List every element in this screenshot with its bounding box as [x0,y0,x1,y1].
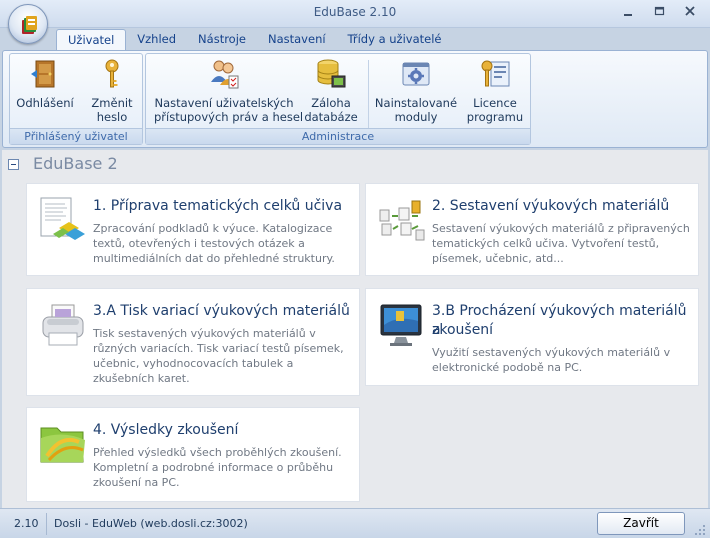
program-license-button[interactable]: Licence programu [464,58,526,124]
card-description-line: Tisk sestavených výukových materiálů v [93,327,316,340]
users-permissions-icon [211,60,239,89]
assembly-icon [379,200,425,241]
card-description-line: různých variacích. Tisk variací testů pí… [93,342,344,355]
card-description-line: Kompletní a podrobné informace o průběhu [93,461,334,474]
card-description-line: zkušebních karet. [93,372,190,385]
card-description-line: textů, otevřených i testových otázek a [93,237,305,250]
user-permissions-label-line2: přístupových práv a hesel [154,110,304,124]
card-title-line2: zkoušení [432,322,494,338]
ribbon: Odhlášení Změnit heslo Přihlášený uživat… [2,50,708,148]
installed-modules-label-line2: moduly [394,110,438,124]
card-title: 1. Příprava tematických celků učiva [93,198,343,214]
version-label: 2.10 [14,517,39,530]
window-title: EduBase 2.10 [313,5,397,19]
card-title: 4. Výsledky zkoušení [93,422,239,438]
group-divider [368,60,369,130]
key-icon [105,59,119,88]
tab-nastaveni[interactable]: Nastavení [257,29,337,51]
tab-uzivatel[interactable]: Uživatel [56,29,127,51]
card-description-line: Sestavení výukových materiálů z připrave… [432,222,690,235]
main-content: EduBase 2 1. Příprava tematických celků … [2,150,708,508]
documents-preparation-icon [40,197,85,240]
card-description-line: tematických celků učiva. Vytvoření testů… [432,237,660,250]
connection-info: Dosli - EduWeb (web.dosli.cz:3002) [54,517,248,530]
ribbon-group-administration: Nastavení uživatelských přístupových prá… [145,53,531,145]
minimize-button[interactable] [615,3,641,20]
results-folder-icon [40,427,85,463]
application-menu-button[interactable] [8,4,48,44]
change-password-label-line1: Změnit [91,96,133,110]
status-bar: 2.10 Dosli - EduWeb (web.dosli.cz:3002) … [0,508,710,538]
database-backup-icon [317,59,346,88]
logout-label: Odhlášení [16,96,74,110]
group-label-administration: Administrace [146,128,530,144]
tab-vzhled[interactable]: Vzhled [126,29,187,51]
close-icon [685,6,695,16]
logout-button[interactable]: Odhlášení [15,58,75,110]
tab-nastroje[interactable]: Nástroje [187,29,257,51]
card-title: 3.A Tisk variací výukových materiálů [93,303,350,319]
card-print-variations[interactable]: 3.A Tisk variací výukových materiálů Tis… [26,288,360,396]
card-description-line: zkoušení na PC. [93,476,180,489]
installed-modules-label-line1: Nainstalované [374,96,458,110]
close-button[interactable]: Zavřít [597,512,685,535]
door-logout-icon [31,60,55,88]
computer-monitor-icon [380,304,422,346]
program-license-label-line2: programu [466,110,524,124]
minimize-icon [624,14,632,16]
section-collapse-toggle[interactable] [8,159,19,170]
card-assembly[interactable]: 2. Sestavení výukových materiálů Sestave… [365,183,699,276]
tab-tridy-a-uzivatele[interactable]: Třídy a uživatelé [337,29,453,51]
change-password-button[interactable]: Změnit heslo [83,58,141,124]
card-description-line: učebnic, vyhodnocovacích tabulek a [93,357,294,370]
modules-gear-icon [402,62,430,86]
maximize-button[interactable] [646,3,672,20]
section-title: EduBase 2 [33,154,118,173]
card-description-line: Zpracování podkladů k výuce. Katalogizac… [93,222,333,235]
card-browse-testing[interactable]: 3.B Procházení výukových materiálů a zko… [365,288,699,386]
card-description-line: písemek, učebnic, atd... [432,252,564,265]
change-password-label-line2: heslo [96,110,128,124]
database-backup-label-line1: Záloha [311,96,351,110]
installed-modules-button[interactable]: Nainstalované moduly [374,58,458,124]
maximize-icon [654,6,665,16]
card-description-line: elektronické podobě na PC. [432,361,583,374]
resize-grip-icon[interactable] [694,524,706,536]
card-description-line: multimediálních dat do přehledné struktu… [93,252,335,265]
status-separator [46,513,47,535]
database-backup-button[interactable]: Záloha databáze [300,58,362,124]
card-description-line: Využití sestavených výukových materiálů … [432,346,671,359]
card-title: 2. Sestavení výukových materiálů [432,198,670,214]
close-window-button[interactable] [677,3,703,20]
card-results[interactable]: 4. Výsledky zkoušení Přehled výsledků vš… [26,407,360,502]
program-license-label-line1: Licence [473,96,517,110]
card-preparation[interactable]: 1. Příprava tematických celků učiva Zpra… [26,183,360,276]
printer-icon [42,304,84,346]
ribbon-group-logged-user: Odhlášení Změnit heslo Přihlášený uživat… [9,53,143,145]
database-backup-label-line2: databáze [304,110,358,124]
group-label-logged-user: Přihlášený uživatel [10,128,142,144]
title-bar: EduBase 2.10 [0,0,710,28]
card-description-line: Přehled výsledků všech proběhlých zkouše… [93,446,342,459]
ribbon-tabs: Uživatel Vzhled Nástroje Nastavení Třídy… [56,29,453,51]
user-permissions-button[interactable]: Nastavení uživatelských přístupových prá… [154,58,304,124]
user-permissions-label-line1: Nastavení uživatelských [154,96,294,110]
edubase-logo-icon [22,16,37,34]
license-key-icon [481,60,510,87]
